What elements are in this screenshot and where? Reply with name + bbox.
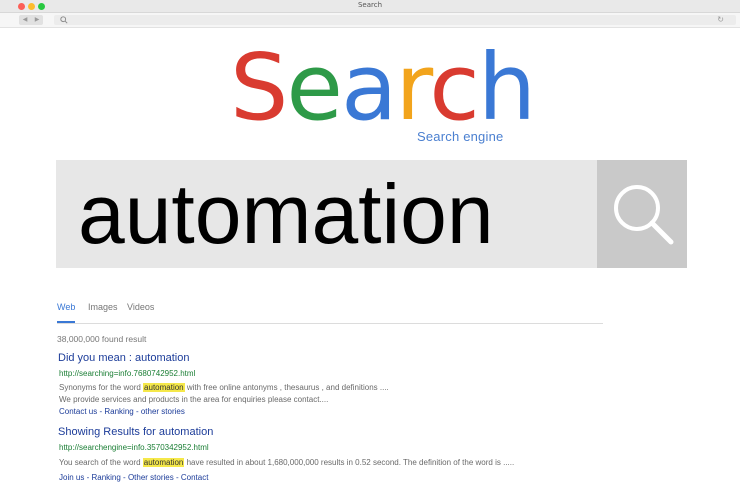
logo-letter: a bbox=[341, 34, 397, 141]
search-button[interactable] bbox=[597, 160, 687, 268]
results-count: 38,000,000 found result bbox=[57, 334, 147, 344]
logo-letter: c bbox=[429, 34, 480, 141]
address-bar[interactable]: ↻ bbox=[54, 15, 736, 25]
sitelink-ranking[interactable]: Ranking bbox=[104, 407, 133, 416]
logo-letter: e bbox=[286, 34, 343, 141]
browser-toolbar: ◀ ▶ ↻ bbox=[0, 13, 740, 28]
result-tabs: Web Images Videos bbox=[57, 301, 603, 324]
tab-videos[interactable]: Videos bbox=[127, 301, 154, 313]
chevron-right-icon: ▶ bbox=[34, 17, 40, 23]
sitelink-join-us[interactable]: Join us bbox=[59, 473, 84, 482]
chevron-left-icon: ◀ bbox=[22, 17, 28, 23]
logo-letter: h bbox=[477, 34, 536, 141]
result-snippet: You search of the word automation have r… bbox=[59, 458, 514, 468]
search-box bbox=[56, 160, 597, 268]
sitelink-ranking[interactable]: Ranking bbox=[91, 473, 120, 482]
search-icon bbox=[614, 185, 674, 245]
snippet-highlight: automation bbox=[142, 458, 185, 467]
search-icon bbox=[60, 16, 68, 24]
result-sitelinks: Join us - Ranking - Other stories - Cont… bbox=[59, 473, 209, 482]
sitelink-contact[interactable]: Contact bbox=[181, 473, 209, 482]
snippet-text: with free online antonyms , thesaurus , … bbox=[184, 383, 389, 392]
result-sitelinks: Contact us - Ranking - other stories bbox=[59, 407, 185, 416]
search-input[interactable] bbox=[56, 160, 597, 268]
window-titlebar: Search bbox=[0, 0, 740, 13]
result-url[interactable]: http://searching=info.7680742952.html bbox=[59, 369, 195, 379]
snippet-text: You search of the word bbox=[59, 458, 143, 467]
tab-images[interactable]: Images bbox=[88, 301, 118, 313]
nav-buttons: ◀ ▶ bbox=[19, 15, 43, 25]
snippet-highlight: automation bbox=[143, 383, 185, 392]
back-button[interactable]: ◀ bbox=[19, 15, 31, 25]
snippet-text: have resulted in about 1,680,000,000 res… bbox=[184, 458, 515, 467]
sitelink-contact-us[interactable]: Contact us bbox=[59, 407, 97, 416]
result-snippet-line2: We provide services and products in the … bbox=[59, 395, 329, 404]
reload-icon[interactable]: ↻ bbox=[717, 15, 724, 25]
logo-letter: S bbox=[230, 34, 288, 141]
logo-subtitle: Search engine bbox=[417, 129, 504, 144]
search-logo: Search bbox=[230, 30, 536, 140]
sitelink-other-stories[interactable]: other stories bbox=[141, 407, 185, 416]
logo-letter: r bbox=[395, 34, 431, 141]
snippet-text: Synonyms for the word bbox=[59, 383, 144, 392]
result-url[interactable]: http://searchengine=info.3570342952.html bbox=[59, 443, 209, 453]
active-tab-indicator bbox=[57, 321, 75, 323]
window-title: Search bbox=[357, 1, 383, 9]
sitelink-other-stories[interactable]: Other stories bbox=[128, 473, 174, 482]
result-title[interactable]: Showing Results for automation bbox=[58, 426, 213, 439]
logo-wordmark: Search bbox=[230, 38, 536, 138]
result-title[interactable]: Did you mean : automation bbox=[58, 352, 189, 365]
tab-web[interactable]: Web bbox=[57, 301, 75, 313]
result-snippet: Synonyms for the word automation with fr… bbox=[59, 383, 389, 393]
forward-button[interactable]: ▶ bbox=[31, 15, 43, 25]
